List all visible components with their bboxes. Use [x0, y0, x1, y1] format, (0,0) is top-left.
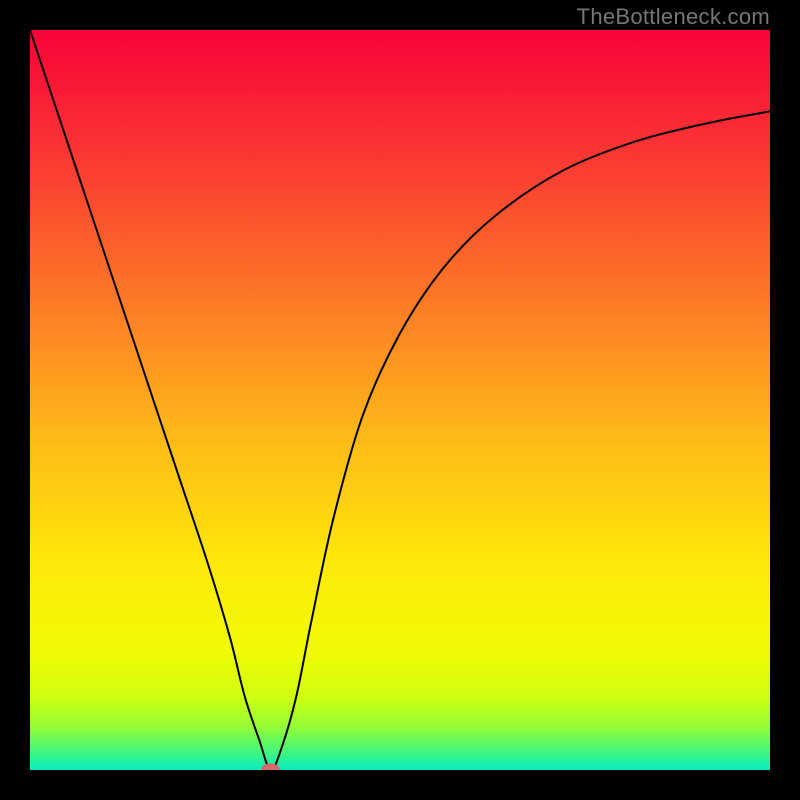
bottleneck-curve [30, 30, 770, 770]
plot-area [30, 30, 770, 770]
chart-container: TheBottleneck.com [0, 0, 800, 800]
min-point-marker [261, 763, 280, 770]
curve-layer [30, 30, 770, 770]
watermark-text: TheBottleneck.com [577, 4, 770, 30]
